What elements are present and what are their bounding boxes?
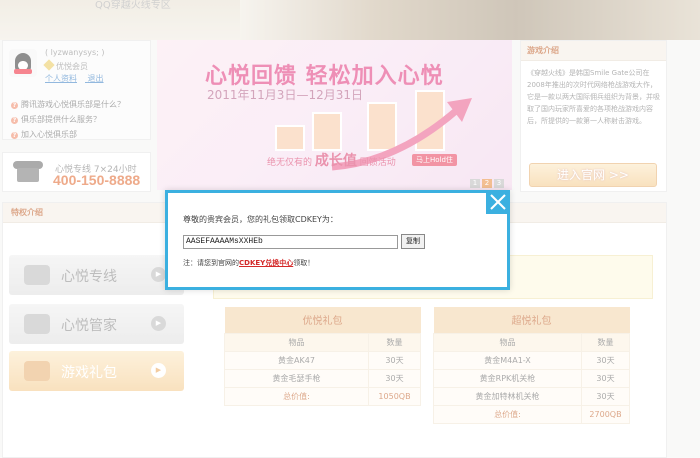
note-pre: 注：请您到官网的 (183, 259, 239, 267)
dialog-note: 注：请您到官网的CDKEY兑换中心领取！ (183, 258, 314, 268)
cdkey-dialog: 尊敬的贵宾会员，您的礼包领取CDKEY为： AASEFAAAAMsXXHEb 复… (165, 190, 510, 290)
note-post: 领取！ (293, 259, 315, 267)
cdkey-center-link[interactable]: CDKEY兑换中心 (239, 259, 293, 267)
copy-button[interactable]: 复制 (401, 234, 425, 249)
close-button[interactable] (486, 190, 510, 214)
close-icon (490, 194, 506, 210)
dialog-message: 尊敬的贵宾会员，您的礼包领取CDKEY为： (183, 215, 338, 224)
cdkey-field[interactable]: AASEFAAAAMsXXHEb (183, 235, 398, 249)
